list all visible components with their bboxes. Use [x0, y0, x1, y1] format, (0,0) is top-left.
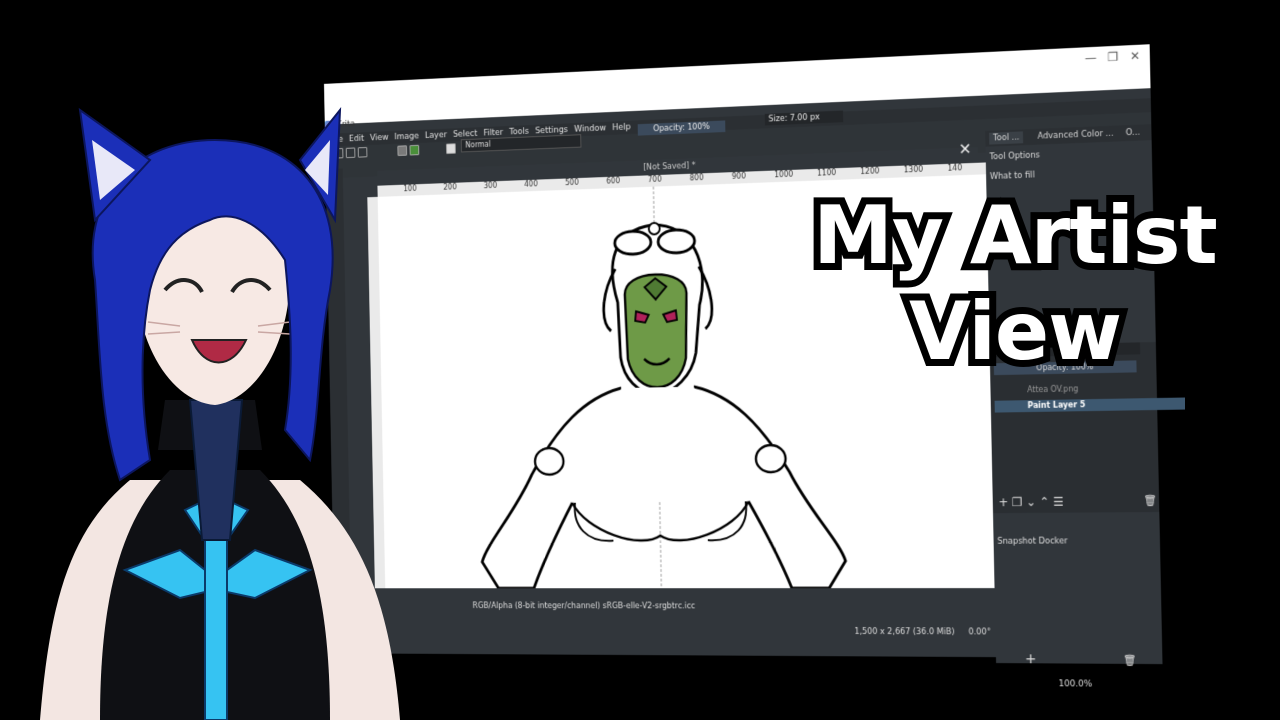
title-line-1: My Artist [806, 183, 1225, 289]
color-space-label: RGB/Alpha (8-bit integer/channel) sRGB-e… [472, 601, 696, 612]
ruler-tick-label: 600 [606, 176, 621, 186]
delete-layer-icon[interactable]: 🗑 [1143, 494, 1157, 507]
zoom-readout[interactable]: 100.0% [1058, 679, 1092, 689]
snapshot-docker-title: Snapshot Docker [997, 536, 1068, 547]
ruler-tick-label: 900 [731, 171, 746, 181]
add-layer-icon[interactable]: + ❐ ⌄ ⌃ ☰ [998, 495, 1063, 509]
close-window-button[interactable]: ✕ [1130, 49, 1140, 63]
ruler-tick-label: 140 [947, 163, 963, 173]
what-to-fill-label: What to fill [989, 170, 1035, 183]
tab-advanced-color[interactable]: Advanced Color ... [1034, 128, 1118, 143]
add-snapshot-icon[interactable]: + [1025, 651, 1037, 667]
ruler-tick-label: 1100 [817, 168, 837, 178]
ruler-tick-label: 500 [565, 178, 579, 188]
title-line-2: View [902, 279, 1129, 385]
rotation-readout[interactable]: 0.00° [968, 627, 991, 637]
close-document-icon[interactable]: ✕ [958, 139, 971, 158]
tab-overview[interactable]: O... [1122, 126, 1144, 139]
minimize-button[interactable]: — [1085, 51, 1097, 65]
vtuber-avatar [40, 106, 400, 720]
ruler-tick-label: 1200 [860, 166, 880, 177]
menu-window[interactable]: Window [574, 124, 606, 135]
ruler-tick-label: 200 [443, 182, 457, 192]
thumbnail-stage: Krita — ❐ ✕ File Edit View Image Layer S… [0, 0, 1280, 720]
tab-tool-options[interactable]: Tool ... [989, 131, 1024, 145]
ruler-tick-label: 400 [524, 179, 538, 189]
menu-help[interactable]: Help [612, 123, 631, 133]
layer-row-selected[interactable]: Paint Layer 5 [994, 397, 1186, 413]
thumbnail-title: My Artist View [780, 183, 1250, 385]
ruler-tick-label: 700 [647, 174, 662, 184]
tool-options-title: Tool Options [989, 150, 1041, 163]
ruler-tick-label: 1000 [774, 169, 794, 180]
ruler-tick-label: 1300 [903, 164, 924, 175]
maximize-button[interactable]: ❐ [1107, 50, 1118, 64]
foreground-color-icon[interactable] [446, 143, 456, 155]
document-title: [Not Saved] [643, 161, 690, 173]
layer-row[interactable]: Attea OV.png [994, 381, 1185, 396]
ruler-tick-label: 300 [483, 181, 498, 191]
ruler-tick-label: 800 [689, 173, 704, 183]
delete-snapshot-icon[interactable]: 🗑 [1123, 654, 1137, 667]
modified-marker: * [691, 161, 696, 171]
image-dimensions: 1,500 x 2,667 (36.0 MiB) [854, 627, 955, 638]
